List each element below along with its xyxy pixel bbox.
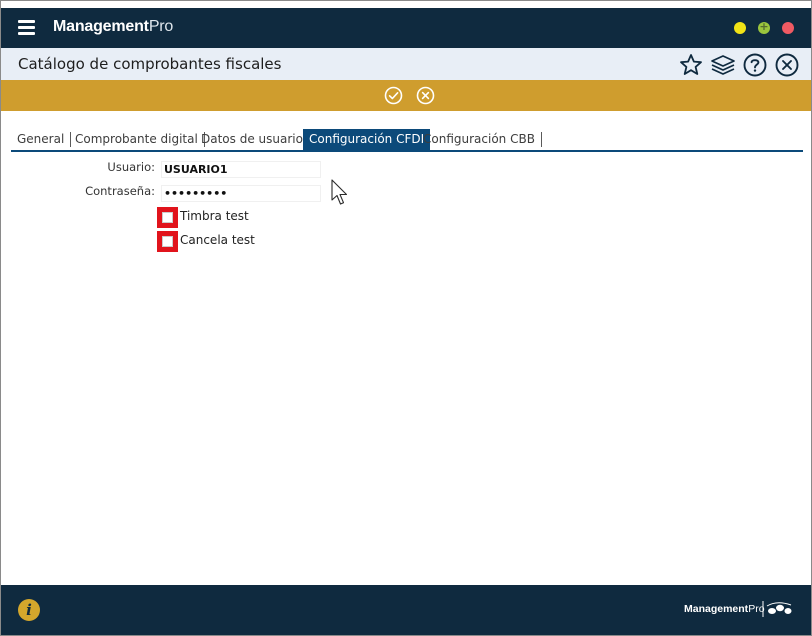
footer-logo-bold: Management [684, 603, 749, 615]
password-label: Contraseña: [85, 184, 155, 198]
cancela-test-label: Cancela test [180, 233, 255, 247]
tab-comprobante-digital[interactable]: Comprobante digital [69, 132, 205, 147]
confirm-icon[interactable] [384, 86, 403, 105]
close-window-button[interactable] [782, 22, 794, 34]
plus-icon: + [759, 20, 769, 33]
close-circle-icon[interactable] [774, 52, 800, 78]
tab-configuracion-cfdi[interactable]: Configuración CFDI [303, 129, 431, 151]
info-icon[interactable]: i [18, 599, 40, 621]
maximize-button[interactable]: + [758, 20, 770, 34]
page-header: Catálogo de comprobantes fiscales [1, 48, 811, 80]
action-bar [1, 80, 811, 111]
timbra-test-checkbox[interactable] [157, 207, 178, 228]
tab-datos-de-usuario[interactable]: Datos de usuario [195, 132, 310, 147]
usuario-input[interactable]: USUARIO1 [161, 161, 321, 178]
password-input[interactable]: ••••••••• [161, 185, 321, 202]
cancel-icon[interactable] [416, 86, 435, 105]
timbra-test-label: Timbra test [180, 209, 249, 223]
footer-logo-text: ManagementPro [684, 603, 765, 615]
star-icon[interactable] [678, 52, 704, 78]
app-brand: ManagementPro [53, 18, 173, 36]
minimize-button[interactable] [734, 22, 746, 34]
brand-logo-icon [762, 601, 792, 617]
hamburger-menu-icon[interactable] [18, 20, 35, 35]
usuario-label: Usuario: [107, 160, 155, 174]
cancela-test-checkbox[interactable] [157, 231, 178, 252]
mouse-cursor-icon [331, 179, 348, 205]
brand-light: Pro [148, 18, 174, 35]
brand-bold: Management [53, 18, 149, 35]
title-bar: ManagementPro + [1, 8, 811, 48]
help-icon[interactable] [742, 52, 768, 78]
footer-bar: i ManagementPro [1, 585, 811, 635]
tab-general[interactable]: General [11, 132, 72, 147]
app-window: ManagementPro + Catálogo de comprobantes… [0, 0, 812, 636]
page-title: Catálogo de comprobantes fiscales [18, 55, 282, 73]
tab-configuracion-cbb[interactable]: Configuración CBB [417, 132, 542, 147]
layers-icon[interactable] [710, 52, 736, 78]
tab-underline [11, 150, 803, 152]
